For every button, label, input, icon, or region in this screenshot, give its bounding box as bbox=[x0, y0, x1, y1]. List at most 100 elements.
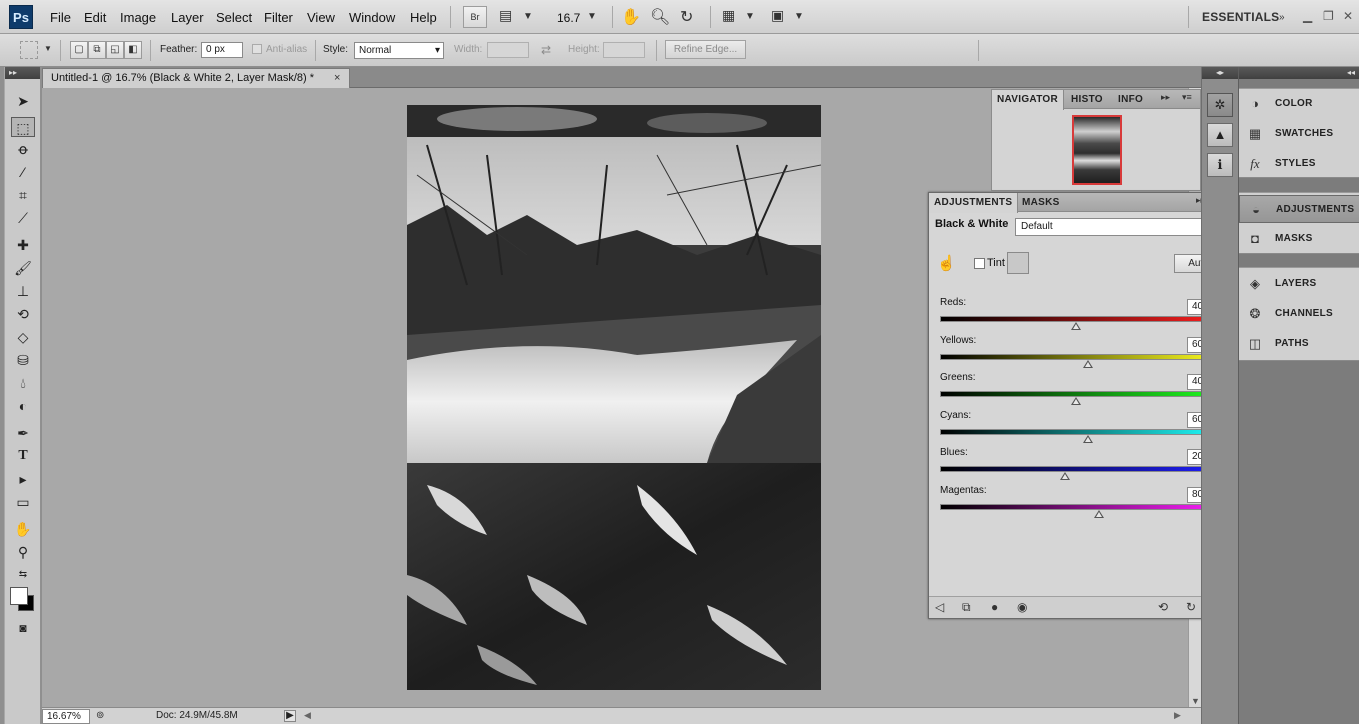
close-window-icon[interactable]: ✕ bbox=[1343, 9, 1353, 23]
targeted-adjustment-icon[interactable]: ☝ bbox=[937, 254, 956, 272]
scroll-left-icon[interactable]: ◀ bbox=[304, 710, 311, 721]
slider-track[interactable] bbox=[940, 466, 1226, 472]
blur-tool-icon[interactable]: 💧︎ bbox=[11, 373, 35, 393]
healing-brush-icon[interactable]: ✚ bbox=[11, 235, 35, 255]
tab-navigator[interactable]: NAVIGATOR bbox=[992, 90, 1065, 110]
new-selection-icon[interactable]: ▢ bbox=[70, 41, 88, 59]
clone-stamp-icon[interactable]: ⊥ bbox=[11, 281, 35, 301]
tab-masks[interactable]: MASKS bbox=[1017, 193, 1065, 212]
rectangular-marquee-icon[interactable]: ⬚ bbox=[11, 117, 35, 137]
dock-item-masks[interactable]: ◘ MASKS bbox=[1239, 225, 1359, 253]
swap-dimensions-icon[interactable]: ⇄ bbox=[541, 43, 551, 57]
refine-edge-button[interactable]: Refine Edge... bbox=[665, 40, 746, 59]
eyedropper-icon[interactable]: ⟋ bbox=[11, 208, 35, 228]
menu-help[interactable]: Help bbox=[410, 10, 437, 25]
dock-item-swatches[interactable]: ▦ SWATCHES bbox=[1239, 120, 1359, 148]
dock-item-paths[interactable]: ◫ PATHS bbox=[1239, 330, 1359, 358]
navigator-icon[interactable]: ✲ bbox=[1207, 93, 1233, 117]
histogram-icon[interactable]: ▲ bbox=[1207, 123, 1233, 147]
slider-thumb[interactable] bbox=[1071, 397, 1081, 405]
paint-bucket-icon[interactable]: ⛁ bbox=[11, 350, 35, 370]
arrange-documents-icon[interactable]: ▦ bbox=[722, 7, 735, 24]
dock-collapse-icon[interactable]: ◂◂ bbox=[1239, 67, 1359, 79]
back-arrow-icon[interactable]: ◁ bbox=[935, 600, 944, 614]
minimize-icon[interactable]: ▁ bbox=[1303, 9, 1312, 23]
menu-select[interactable]: Select bbox=[216, 10, 252, 25]
tools-collapse-icon[interactable]: ▸▸ bbox=[5, 67, 40, 79]
zoom-tool-icon[interactable]: ⚲ bbox=[11, 542, 35, 562]
clip-to-layer-icon[interactable]: ● bbox=[991, 600, 998, 614]
anti-alias-checkbox[interactable] bbox=[252, 44, 262, 54]
feather-input[interactable]: 0 px bbox=[201, 42, 243, 58]
mini-bridge-icon[interactable]: ▤ bbox=[499, 7, 512, 24]
panel-expand-icon[interactable]: ▸▸ bbox=[1161, 92, 1170, 103]
lasso-tool-icon[interactable]: ꝋ bbox=[11, 139, 35, 159]
pen-tool-icon[interactable]: ✒ bbox=[11, 423, 35, 443]
close-icon[interactable]: × bbox=[334, 69, 340, 87]
tint-color-swatch[interactable] bbox=[1007, 252, 1029, 274]
menu-window[interactable]: Window bbox=[349, 10, 395, 25]
hand-tool-icon[interactable]: ✋ bbox=[621, 7, 641, 27]
slider-track[interactable] bbox=[940, 391, 1226, 397]
restore-icon[interactable]: ❐ bbox=[1323, 9, 1334, 23]
previous-state-icon[interactable]: ⟲ bbox=[1158, 600, 1168, 614]
slider-track[interactable] bbox=[940, 504, 1226, 510]
brush-tool-icon[interactable]: 🖌︎ bbox=[11, 258, 35, 278]
menu-image[interactable]: Image bbox=[120, 10, 156, 25]
workspace-switcher[interactable]: ESSENTIALS bbox=[1202, 10, 1279, 24]
quick-mask-icon[interactable]: ◙ bbox=[11, 618, 35, 638]
tab-info[interactable]: INFO bbox=[1113, 90, 1148, 109]
path-selection-icon[interactable]: ▸ bbox=[11, 469, 35, 489]
history-brush-icon[interactable]: ⟲ bbox=[11, 304, 35, 324]
marquee-preset-icon[interactable] bbox=[20, 41, 38, 59]
subtract-selection-icon[interactable]: ◱ bbox=[106, 41, 124, 59]
slider-track[interactable] bbox=[940, 316, 1226, 322]
scroll-down-icon[interactable]: ▼ bbox=[1191, 696, 1200, 706]
menu-file[interactable]: File bbox=[50, 10, 71, 25]
status-menu-icon[interactable]: ▶ bbox=[284, 710, 296, 722]
move-tool-icon[interactable]: ➤ bbox=[11, 91, 35, 111]
menu-layer[interactable]: Layer bbox=[171, 10, 204, 25]
preset-select[interactable]: Default bbox=[1015, 218, 1231, 236]
slider-thumb[interactable] bbox=[1071, 322, 1081, 330]
add-to-selection-icon[interactable]: ⧉ bbox=[88, 41, 106, 59]
bridge-button[interactable]: Br bbox=[463, 6, 487, 28]
swap-colors-icon[interactable]: ⇆ bbox=[11, 565, 35, 585]
slider-thumb[interactable] bbox=[1060, 472, 1070, 480]
info-icon[interactable]: ℹ bbox=[1207, 153, 1233, 177]
rotate-view-icon[interactable]: ↻ bbox=[680, 7, 693, 27]
dock-item-color[interactable]: ◑ COLOR bbox=[1239, 90, 1359, 118]
navigator-thumbnail[interactable] bbox=[1072, 115, 1122, 185]
scroll-right-icon[interactable]: ▶ bbox=[1174, 710, 1181, 721]
preset-dropdown-icon[interactable]: ▼ bbox=[44, 44, 52, 53]
tab-adjustments[interactable]: ADJUSTMENTS bbox=[929, 193, 1019, 213]
slider-thumb[interactable] bbox=[1094, 510, 1104, 518]
screen-mode-icon[interactable]: ▣ bbox=[771, 7, 784, 24]
style-select[interactable]: Normal bbox=[354, 42, 444, 59]
slider-thumb[interactable] bbox=[1083, 435, 1093, 443]
expanded-view-icon[interactable]: ⧉ bbox=[962, 600, 971, 615]
width-input[interactable] bbox=[487, 42, 529, 58]
intersect-selection-icon[interactable]: ◧ bbox=[124, 41, 142, 59]
zoom-level-value[interactable]: 16.7 bbox=[557, 11, 580, 25]
menu-edit[interactable]: Edit bbox=[84, 10, 106, 25]
foreground-color-swatch[interactable] bbox=[10, 587, 28, 605]
reset-icon[interactable]: ↻ bbox=[1186, 600, 1196, 614]
menu-view[interactable]: View bbox=[307, 10, 335, 25]
zoom-tool-icon[interactable]: 🔍︎ bbox=[650, 7, 670, 27]
dock-item-layers[interactable]: ◈ LAYERS bbox=[1239, 270, 1359, 298]
zoom-field[interactable]: 16.67% bbox=[42, 709, 90, 724]
zoom-dropdown-icon[interactable]: ▼ bbox=[587, 11, 597, 22]
dock-item-channels[interactable]: ❂ CHANNELS bbox=[1239, 300, 1359, 328]
workspace-menu-icon[interactable]: » bbox=[1279, 12, 1285, 23]
crop-tool-icon[interactable]: ⌗ bbox=[11, 185, 35, 205]
arrange-dropdown-icon[interactable]: ▼ bbox=[745, 11, 755, 22]
screen-mode-dropdown-icon[interactable]: ▼ bbox=[794, 11, 804, 22]
tint-checkbox[interactable] bbox=[974, 258, 985, 269]
quick-selection-icon[interactable]: ⁄ bbox=[11, 162, 35, 182]
slider-thumb[interactable] bbox=[1083, 360, 1093, 368]
chevron-down-icon[interactable]: ▼ bbox=[523, 11, 533, 22]
shape-tool-icon[interactable]: ▭ bbox=[11, 492, 35, 512]
tab-history[interactable]: HISTO bbox=[1066, 90, 1108, 109]
menu-filter[interactable]: Filter bbox=[264, 10, 293, 25]
